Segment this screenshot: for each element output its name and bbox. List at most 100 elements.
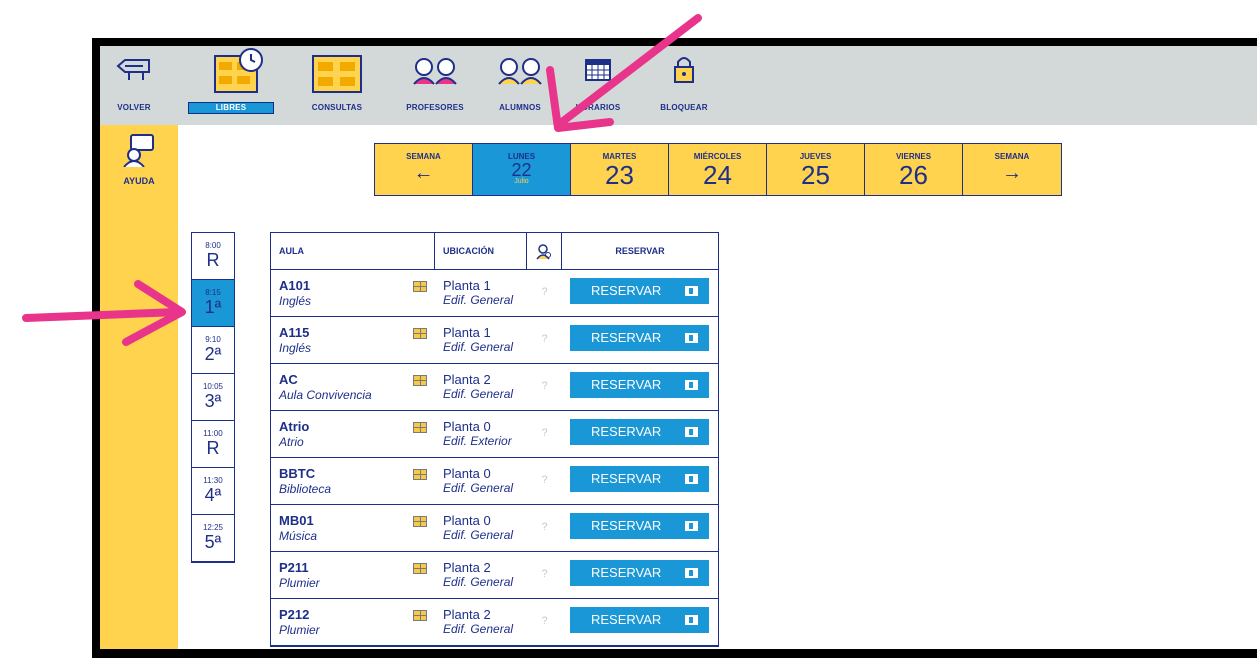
day-monday[interactable]: LUNES 22 Julio — [473, 144, 571, 195]
room-floor: Planta 0 — [443, 513, 491, 528]
reserve-label: RESERVAR — [591, 565, 662, 580]
table-row: A115 Inglés Planta 1 Edif. General? RESERVAR — [271, 317, 718, 364]
teacher-unknown: ? — [541, 615, 548, 627]
aula-cell: A101 Inglés — [271, 270, 435, 316]
toolbar-label: ALUMNOS — [499, 103, 541, 112]
day-date: 24 — [703, 160, 732, 190]
reserve-cell: RESERVAR — [562, 411, 718, 457]
toolbar-horarios[interactable]: HORARIOS — [562, 46, 634, 125]
slot-label: R — [206, 250, 220, 270]
slot-time: 8:00 — [205, 241, 221, 250]
slot-item[interactable]: 11:30 4ª — [192, 468, 234, 515]
location-cell: Planta 2 Edif. General — [435, 599, 527, 645]
slot-label: 5ª — [204, 532, 222, 552]
toolbar-consultas[interactable]: CONSULTAS — [296, 46, 378, 125]
reserve-button[interactable]: RESERVAR — [570, 560, 709, 586]
header-ubicacion: UBICACIÓN — [435, 233, 527, 269]
slot-item[interactable]: 9:10 2ª — [192, 327, 234, 374]
slot-item[interactable]: 11:00 R — [192, 421, 234, 468]
reserve-button[interactable]: RESERVAR — [570, 372, 709, 398]
reserve-button[interactable]: RESERVAR — [570, 513, 709, 539]
toolbar-libres[interactable]: LIBRES — [186, 46, 276, 125]
room-layout-icon[interactable] — [413, 610, 427, 621]
slot-item[interactable]: 10:05 3ª — [192, 374, 234, 421]
location-cell: Planta 1 Edif. General — [435, 317, 527, 363]
reserve-button[interactable]: RESERVAR — [570, 278, 709, 304]
room-description: Biblioteca — [279, 482, 332, 496]
toolbar-label: LIBRES — [188, 102, 274, 114]
room-description: Música — [279, 529, 318, 543]
teacher-unknown: ? — [541, 568, 548, 580]
teacher-search-icon — [536, 243, 552, 260]
reserve-label: RESERVAR — [591, 518, 662, 533]
room-layout-icon[interactable] — [413, 516, 427, 527]
rooms-table: AULA UBICACIÓN RESERVAR A101 Inglés Planta… — [270, 232, 719, 647]
toolbar-bloquear[interactable]: BLOQUEAR — [648, 46, 720, 125]
slot-time: 10:05 — [202, 382, 224, 391]
teacher-unknown: ? — [541, 380, 548, 392]
room-description: Inglés — [279, 294, 312, 308]
reserve-button[interactable]: RESERVAR — [570, 325, 709, 351]
toolbar-label: CONSULTAS — [311, 103, 363, 112]
table-row: Atrio Atrio Planta 0 Edif. Exterior? RESERVA… — [271, 411, 718, 458]
reserve-button[interactable]: RESERVAR — [570, 607, 709, 633]
room-code: A101 — [279, 278, 311, 293]
room-building: Edif. General — [443, 575, 514, 589]
room-description: Plumier — [279, 576, 320, 590]
day-name: SEMANA — [406, 152, 441, 161]
slot-time: 12:25 — [202, 523, 224, 532]
room-building: Edif. General — [443, 622, 514, 636]
reserve-door-icon — [685, 286, 698, 296]
slot-item[interactable]: 8:15 1ª — [192, 280, 234, 327]
reserve-door-icon — [685, 568, 698, 578]
toolbar-profesores[interactable]: PROFESORES — [394, 46, 476, 125]
day-name: SEMANA — [994, 152, 1030, 161]
help-button[interactable]: AYUDA — [104, 133, 174, 186]
top-toolbar: VOLVER LIBRES CONSULTAS PROFESORES ALUMN… — [100, 46, 1257, 125]
room-layout-icon[interactable] — [413, 563, 427, 574]
day-date: 25 — [801, 160, 830, 190]
day-date: 22 — [511, 160, 532, 180]
room-code: P212 — [279, 607, 310, 622]
reserve-label: RESERVAR — [591, 471, 662, 486]
room-layout-icon[interactable] — [413, 328, 427, 339]
room-description: Inglés — [279, 341, 312, 355]
room-description: Atrio — [279, 435, 304, 449]
toolbar-volver[interactable]: VOLVER — [104, 46, 164, 125]
room-building: Edif. General — [443, 481, 514, 495]
table-body: A101 Inglés Planta 1 Edif. General? RESERVAR… — [271, 270, 718, 646]
prev-week-button[interactable]: SEMANA ← — [375, 144, 473, 195]
room-layout-icon[interactable] — [413, 422, 427, 433]
aula-cell: A115 Inglés — [271, 317, 435, 363]
day-friday[interactable]: VIERNES 26 — [865, 144, 963, 195]
room-building: Edif. Exterior — [443, 434, 512, 448]
slot-item[interactable]: 12:25 5ª — [192, 515, 234, 562]
help-label: AYUDA — [123, 176, 155, 186]
location-cell: Planta 0 Edif. General — [435, 458, 527, 504]
reserve-label: RESERVAR — [591, 330, 662, 345]
day-thursday[interactable]: JUEVES 25 — [767, 144, 865, 195]
slot-item[interactable]: 8:00 R — [192, 233, 234, 280]
reserve-door-icon — [685, 380, 698, 390]
room-code: AC — [279, 372, 298, 387]
toolbar-alumnos[interactable]: ALUMNOS — [478, 46, 562, 125]
slot-label: 1ª — [204, 297, 222, 317]
table-header: AULA UBICACIÓN RESERVAR — [271, 233, 718, 270]
room-layout-icon[interactable] — [413, 375, 427, 386]
reserve-button[interactable]: RESERVAR — [570, 419, 709, 445]
day-tuesday[interactable]: MARTES 23 — [571, 144, 669, 195]
toolbar-label: PROFESORES — [406, 103, 464, 112]
room-code: A115 — [279, 325, 310, 340]
next-week-button[interactable]: SEMANA → — [963, 144, 1061, 195]
table-row: BBTC Biblioteca Planta 0 Edif. General? RESE… — [271, 458, 718, 505]
day-wednesday[interactable]: MIÉRCOLES 24 — [669, 144, 767, 195]
reserve-button[interactable]: RESERVAR — [570, 466, 709, 492]
toolbar-label: HORARIOS — [575, 103, 621, 112]
rooms-icon — [311, 54, 363, 99]
room-floor: Planta 2 — [443, 560, 491, 575]
room-layout-icon[interactable] — [413, 281, 427, 292]
slot-label: 2ª — [204, 344, 222, 364]
free-rooms-clock-icon — [199, 48, 263, 101]
room-layout-icon[interactable] — [413, 469, 427, 480]
help-person-icon — [122, 134, 156, 171]
